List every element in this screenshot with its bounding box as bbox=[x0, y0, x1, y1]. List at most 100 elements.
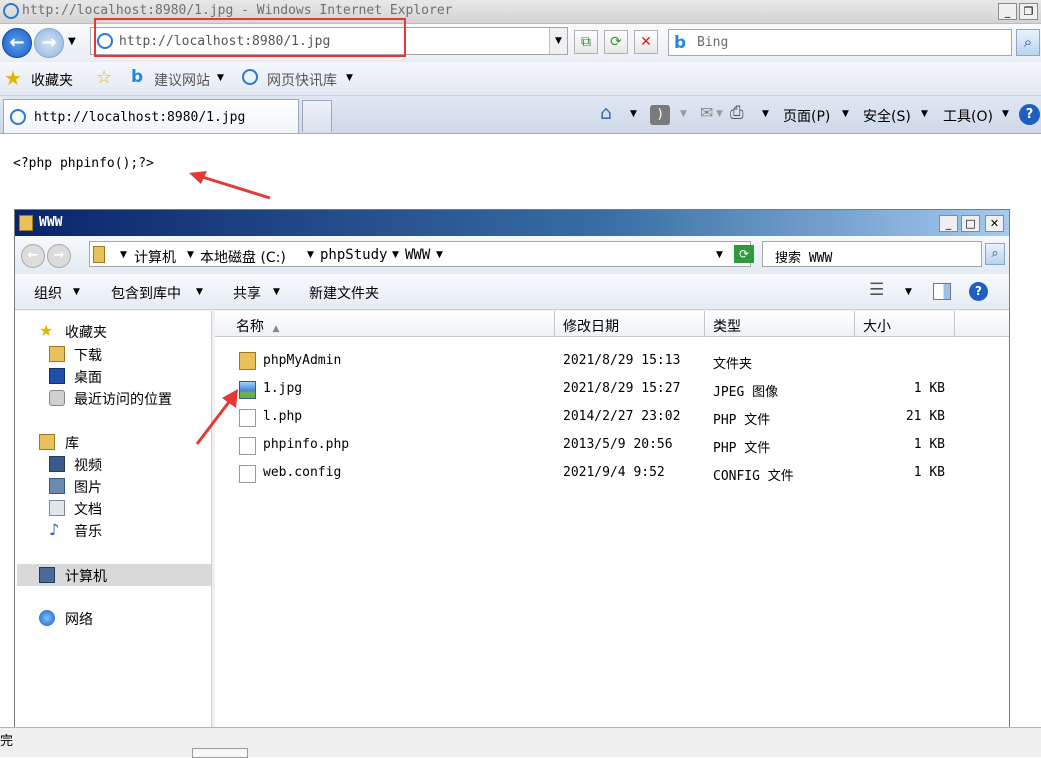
explorer-search-icon[interactable]: ⌕ bbox=[985, 243, 1005, 265]
back-button[interactable]: ← bbox=[2, 28, 32, 58]
view-options-icon[interactable]: ☰ bbox=[869, 280, 884, 300]
file-size: 1 KB bbox=[913, 381, 945, 396]
column-size-header[interactable]: 大小 bbox=[855, 311, 955, 337]
include-library-dropdown-icon[interactable]: ▼ bbox=[196, 287, 203, 297]
file-type: JPEG 图像 bbox=[713, 385, 779, 400]
nav-favorites[interactable]: 收藏夹 bbox=[65, 322, 107, 342]
explorer-search-input[interactable]: 搜索 WWW bbox=[762, 241, 982, 267]
status-bar: 完 bbox=[0, 727, 1041, 758]
breadcrumb[interactable]: ▼ 计算机 ▼ 本地磁盘 (C:) ▼ phpStudy ▼ WWW ▼ ▼ ⟳ bbox=[89, 241, 754, 267]
history-dropdown-icon[interactable]: ▼ bbox=[68, 36, 76, 47]
stop-button[interactable]: ✕ bbox=[634, 30, 658, 54]
new-folder-button[interactable]: 新建文件夹 bbox=[309, 283, 379, 303]
breadcrumb-history-dropdown-icon[interactable]: ▼ bbox=[716, 250, 723, 260]
nav-computer[interactable]: 计算机 bbox=[65, 566, 107, 586]
page-dropdown-icon[interactable]: ▼ bbox=[842, 109, 849, 119]
nav-videos[interactable]: 视频 bbox=[74, 455, 102, 475]
nav-desktop[interactable]: 桌面 bbox=[74, 367, 102, 387]
explorer-close-button[interactable]: ✕ bbox=[985, 215, 1004, 232]
desktop-icon bbox=[49, 368, 65, 384]
new-tab-button[interactable] bbox=[302, 100, 332, 132]
search-button[interactable]: ⌕ bbox=[1016, 29, 1040, 56]
print-icon[interactable]: ⎙ bbox=[730, 103, 744, 123]
address-dropdown-button[interactable]: ▼ bbox=[549, 28, 567, 54]
include-library-button[interactable]: 包含到库中 bbox=[111, 283, 181, 303]
file-row[interactable]: phpinfo.php 2013/5/9 20:56 PHP 文件 1 KB bbox=[215, 432, 1009, 458]
search-box[interactable]: b Bing bbox=[668, 29, 1012, 56]
safety-dropdown-icon[interactable]: ▼ bbox=[921, 109, 928, 119]
preview-pane-icon[interactable] bbox=[933, 283, 951, 300]
file-name: l.php bbox=[263, 409, 303, 424]
rss-feed-icon[interactable]: ) bbox=[650, 105, 670, 125]
home-icon[interactable]: ⌂ bbox=[600, 102, 612, 124]
web-slice-dropdown-icon[interactable]: ▼ bbox=[346, 73, 353, 83]
tools-menu[interactable]: 工具(O) bbox=[943, 106, 993, 126]
tab-title: http://localhost:8980/1.jpg bbox=[34, 110, 246, 125]
compatibility-view-button[interactable]: ⧉ bbox=[574, 30, 598, 54]
breadcrumb-arrow-icon[interactable]: ▼ bbox=[436, 250, 443, 260]
web-slice-gallery-link[interactable]: 网页快讯库 bbox=[267, 70, 337, 90]
file-size: 1 KB bbox=[913, 437, 945, 452]
share-dropdown-icon[interactable]: ▼ bbox=[273, 287, 280, 297]
breadcrumb-item[interactable]: phpStudy bbox=[320, 247, 387, 263]
nav-network[interactable]: 网络 bbox=[65, 609, 93, 629]
explorer-forward-button[interactable]: → bbox=[47, 244, 71, 268]
tab-current[interactable]: http://localhost:8980/1.jpg bbox=[3, 99, 299, 133]
page-content-text: <?php phpinfo();?> bbox=[13, 156, 154, 171]
recent-places-icon bbox=[49, 390, 65, 406]
column-modified-header[interactable]: 修改日期 bbox=[555, 311, 705, 337]
refresh-button[interactable]: ⟳ bbox=[604, 30, 628, 54]
add-to-favorites-icon[interactable]: ☆ bbox=[96, 67, 112, 88]
nav-music[interactable]: 音乐 bbox=[74, 521, 102, 541]
breadcrumb-item[interactable]: 计算机 bbox=[134, 247, 176, 267]
mail-icon[interactable]: ✉ bbox=[700, 103, 713, 122]
file-type: PHP 文件 bbox=[713, 413, 771, 428]
nav-downloads[interactable]: 下载 bbox=[74, 345, 102, 365]
page-menu[interactable]: 页面(P) bbox=[783, 106, 830, 126]
view-dropdown-icon[interactable]: ▼ bbox=[905, 287, 912, 297]
column-name-header[interactable]: 名称 ▲ bbox=[228, 311, 555, 337]
breadcrumb-arrow-icon[interactable]: ▼ bbox=[307, 250, 314, 260]
file-row[interactable]: l.php 2014/2/27 23:02 PHP 文件 21 KB bbox=[215, 404, 1009, 430]
breadcrumb-arrow-icon[interactable]: ▼ bbox=[392, 250, 399, 260]
explorer-refresh-icon[interactable]: ⟳ bbox=[734, 245, 754, 263]
nav-recent-places[interactable]: 最近访问的位置 bbox=[74, 389, 172, 409]
organize-dropdown-icon[interactable]: ▼ bbox=[73, 287, 80, 297]
explorer-back-button[interactable]: ← bbox=[21, 244, 45, 268]
breadcrumb-arrow-icon[interactable]: ▼ bbox=[120, 250, 127, 260]
explorer-help-icon[interactable]: ? bbox=[969, 282, 988, 301]
home-dropdown-icon[interactable]: ▼ bbox=[630, 109, 637, 119]
file-name: phpMyAdmin bbox=[263, 353, 342, 368]
file-row[interactable]: 1.jpg 2021/8/29 15:27 JPEG 图像 1 KB bbox=[215, 376, 1009, 402]
minimize-button[interactable]: _ bbox=[998, 3, 1017, 20]
breadcrumb-item[interactable]: WWW bbox=[405, 247, 430, 263]
tab-bar: http://localhost:8980/1.jpg ⌂ ▼ ) ▼ ✉ ▼ … bbox=[0, 96, 1041, 134]
breadcrumb-item[interactable]: 本地磁盘 (C:) bbox=[200, 247, 286, 267]
print-dropdown-icon[interactable]: ▼ bbox=[762, 109, 769, 119]
suggested-dropdown-icon[interactable]: ▼ bbox=[217, 73, 224, 83]
breadcrumb-arrow-icon[interactable]: ▼ bbox=[187, 250, 194, 260]
tools-dropdown-icon[interactable]: ▼ bbox=[1002, 109, 1009, 119]
organize-button[interactable]: 组织 bbox=[34, 283, 62, 303]
column-type-label: 类型 bbox=[713, 319, 741, 335]
explorer-maximize-button[interactable]: □ bbox=[961, 215, 980, 232]
help-icon[interactable]: ? bbox=[1019, 104, 1040, 125]
share-button[interactable]: 共享 bbox=[233, 283, 261, 303]
column-type-header[interactable]: 类型 bbox=[705, 311, 855, 337]
favorites-button[interactable]: 收藏夹 bbox=[31, 70, 73, 90]
suggested-sites-link[interactable]: 建议网站 bbox=[154, 70, 210, 90]
nav-documents[interactable]: 文档 bbox=[74, 499, 102, 519]
rss-dropdown-icon[interactable]: ▼ bbox=[680, 109, 687, 119]
nav-computer-selected[interactable]: 计算机 bbox=[17, 564, 211, 586]
explorer-minimize-button[interactable]: _ bbox=[939, 215, 958, 232]
mail-dropdown-icon[interactable]: ▼ bbox=[716, 109, 723, 119]
file-row[interactable]: web.config 2021/9/4 9:52 CONFIG 文件 1 KB bbox=[215, 460, 1009, 486]
network-icon bbox=[39, 610, 55, 626]
forward-button[interactable]: → bbox=[34, 28, 64, 58]
column-modified-label: 修改日期 bbox=[563, 319, 619, 335]
nav-pictures[interactable]: 图片 bbox=[74, 477, 102, 497]
restore-button[interactable]: ❐ bbox=[1019, 3, 1038, 20]
safety-menu[interactable]: 安全(S) bbox=[863, 106, 911, 126]
file-row[interactable]: phpMyAdmin 2021/8/29 15:13 文件夹 bbox=[215, 348, 1009, 374]
nav-libraries[interactable]: 库 bbox=[65, 433, 79, 453]
